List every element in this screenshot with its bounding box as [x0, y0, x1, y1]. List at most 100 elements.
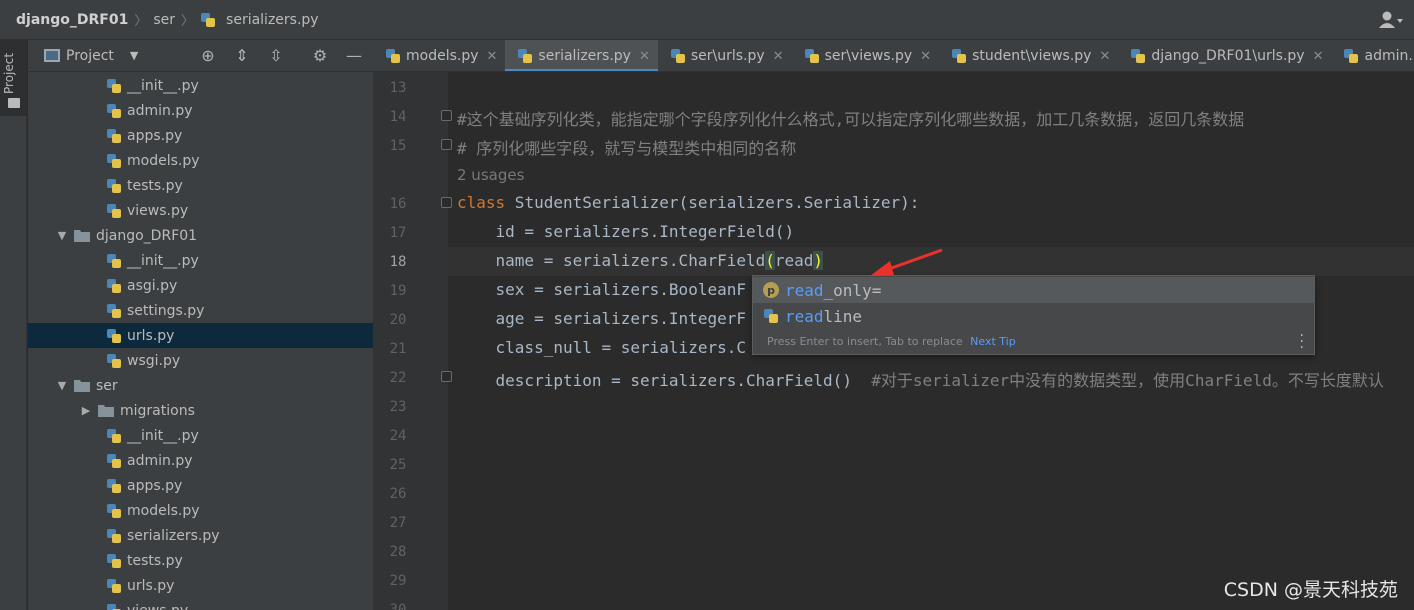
code-line-18: name = serializers.CharField(read): [457, 251, 824, 270]
tree-item[interactable]: serializers.py: [28, 523, 373, 548]
tree-item[interactable]: views.py: [28, 198, 373, 223]
line-number: 30: [389, 602, 407, 610]
tree-item[interactable]: tests.py: [28, 548, 373, 573]
line-number: 22: [389, 370, 407, 386]
python-file-icon: [670, 49, 685, 63]
close-icon[interactable]: ✕: [773, 49, 784, 64]
code-line-15: # 序列化哪些字段，就写与模型类中相同的名称: [457, 139, 797, 158]
tree-item[interactable]: models.py: [28, 498, 373, 523]
tab-label: ser\views.py: [824, 48, 913, 64]
tree-item[interactable]: apps.py: [28, 123, 373, 148]
project-panel-title[interactable]: Project: [66, 48, 114, 64]
tree-item-label: __init__.py: [127, 77, 199, 94]
tree-item-label: settings.py: [127, 302, 205, 319]
tree-item[interactable]: __init__.py: [28, 248, 373, 273]
editor-tab[interactable]: admin.py✕: [1331, 40, 1414, 71]
globe-icon[interactable]: ⊕: [199, 47, 217, 65]
python-file-icon: [107, 478, 121, 493]
line-number: 25: [389, 457, 407, 473]
editor-tab[interactable]: serializers.py ✕: [505, 40, 659, 71]
fold-marker-icon[interactable]: [441, 197, 452, 208]
next-tip-link[interactable]: Next Tip: [970, 335, 1016, 348]
tree-item[interactable]: models.py: [28, 148, 373, 173]
code-line-17: id = serializers.IntegerField(): [457, 222, 795, 241]
line-number: 13: [389, 80, 407, 96]
project-tree: __init__.py admin.py apps.py models.py tests…: [28, 72, 373, 610]
project-panel-header: Project ▼ ⊕ ⇕ ⇳ ⚙ —: [28, 40, 373, 72]
python-file-icon: [107, 453, 121, 468]
tree-item[interactable]: wsgi.py: [28, 348, 373, 373]
tree-item[interactable]: __init__.py: [28, 73, 373, 98]
tree-item[interactable]: tests.py: [28, 173, 373, 198]
line-number: 15: [389, 138, 407, 154]
chevron-down-icon[interactable]: ▼: [54, 379, 70, 392]
completion-item-read-only[interactable]: p read _only=: [753, 277, 1314, 303]
python-file-icon: [107, 178, 121, 193]
tab-label: ser\urls.py: [690, 48, 765, 64]
editor-tab[interactable]: django_DRF01\urls.py ✕: [1118, 40, 1331, 71]
fold-marker-icon[interactable]: [441, 371, 452, 382]
tree-item-label: wsgi.py: [127, 352, 181, 369]
project-tool-tab[interactable]: Project: [0, 40, 27, 116]
watermark: CSDN @景天科技苑: [1223, 579, 1398, 601]
expand-all-icon[interactable]: ⇕: [233, 47, 251, 65]
tree-item-label: asgi.py: [127, 277, 178, 294]
tree-item-label: admin.py: [127, 452, 193, 469]
close-icon[interactable]: ✕: [639, 49, 650, 64]
chevron-down-icon[interactable]: ▼: [130, 49, 138, 62]
tree-item[interactable]: urls.py: [28, 323, 373, 348]
breadcrumb-file[interactable]: serializers.py: [200, 12, 319, 28]
tree-item[interactable]: urls.py: [28, 573, 373, 598]
line-number: 23: [389, 399, 407, 415]
python-file-icon: [952, 49, 967, 63]
more-options-icon[interactable]: · · ·: [1300, 329, 1304, 355]
breadcrumb-folder[interactable]: ser: [153, 12, 175, 28]
folder-icon: [74, 230, 90, 242]
fold-marker-icon[interactable]: [441, 110, 452, 121]
close-icon[interactable]: ✕: [920, 49, 931, 64]
python-file-icon: [764, 309, 778, 323]
usages-hint[interactable]: 2 usages: [457, 166, 524, 184]
python-file-icon: [107, 603, 121, 610]
editor-tab[interactable]: ser\urls.py ✕: [658, 40, 792, 71]
tree-item[interactable]: ▼ django_DRF01: [28, 223, 373, 248]
breadcrumb-project[interactable]: django_DRF01: [16, 12, 128, 28]
chevron-down-icon[interactable]: ▼: [54, 229, 70, 242]
tool-window-stripe: Project: [0, 40, 27, 610]
matching-paren-open: (: [765, 251, 775, 270]
tree-item[interactable]: __init__.py: [28, 423, 373, 448]
completion-item-readline[interactable]: read line: [753, 303, 1314, 329]
collapse-all-icon[interactable]: ⇳: [267, 47, 285, 65]
close-icon[interactable]: ✕: [1099, 49, 1110, 64]
tab-label: serializers.py: [538, 48, 631, 64]
tree-item-label: views.py: [127, 603, 188, 610]
project-view-icon: [44, 49, 60, 62]
tree-item[interactable]: admin.py: [28, 98, 373, 123]
tree-item[interactable]: ▼ ser: [28, 373, 373, 398]
tree-item[interactable]: apps.py: [28, 473, 373, 498]
tree-item[interactable]: ▶ migrations: [28, 398, 373, 423]
python-file-icon: [107, 528, 121, 543]
editor-tab[interactable]: ser\views.py ✕: [792, 40, 939, 71]
tree-item-label: __init__.py: [127, 427, 199, 444]
code-line-19: sex = serializers.BooleanF: [457, 280, 746, 299]
editor-tab[interactable]: student\views.py ✕: [939, 40, 1118, 71]
tree-item[interactable]: admin.py: [28, 448, 373, 473]
close-icon[interactable]: ✕: [487, 49, 498, 64]
line-number: 24: [389, 428, 407, 444]
tree-item[interactable]: views.py: [28, 598, 373, 610]
line-number: 14: [389, 109, 407, 125]
gear-icon[interactable]: ⚙: [311, 47, 329, 65]
fold-marker-icon[interactable]: [441, 139, 452, 150]
completion-hint-text: Press Enter to insert, Tab to replace: [767, 335, 963, 348]
close-icon[interactable]: ✕: [1313, 49, 1324, 64]
chevron-right-icon[interactable]: ▶: [78, 404, 94, 417]
editor-tab[interactable]: models.py ✕: [373, 40, 505, 71]
tree-item[interactable]: asgi.py: [28, 273, 373, 298]
user-icon[interactable]: [1378, 10, 1404, 30]
minimize-icon[interactable]: —: [345, 47, 363, 65]
tree-item-label: apps.py: [127, 127, 183, 144]
tree-item-label: migrations: [120, 402, 195, 419]
tree-item[interactable]: settings.py: [28, 298, 373, 323]
python-file-icon: [1344, 49, 1359, 63]
